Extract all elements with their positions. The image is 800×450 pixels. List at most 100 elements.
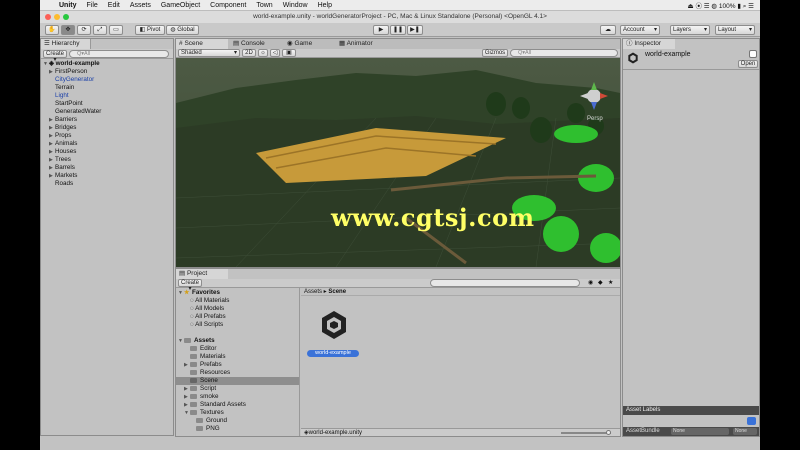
layers-label: Layers (673, 27, 692, 33)
selected-asset-label[interactable]: world-example (307, 350, 359, 357)
menu-window[interactable]: Window (278, 2, 313, 9)
project-search-input[interactable] (430, 279, 580, 287)
asset-folder[interactable]: Editor (190, 345, 216, 353)
tab-inspector[interactable]: ⓘ Inspector (623, 39, 675, 49)
menu-help[interactable]: Help (313, 2, 337, 9)
tab-project[interactable]: ▤ Project (176, 269, 228, 279)
hand-tool-button[interactable]: ✋ (45, 25, 59, 35)
hierarchy-search-input[interactable]: Q▾All (69, 50, 169, 58)
asset-variant-dropdown[interactable]: None (733, 428, 757, 435)
tab-scene[interactable]: # Scene (176, 39, 228, 49)
2d-toggle[interactable]: 2D (242, 49, 256, 57)
rect-tool-button[interactable]: ▭ (109, 25, 123, 35)
asset-folder[interactable]: Ground (196, 417, 227, 425)
scale-tool-button[interactable]: ⤢ (93, 25, 107, 35)
minimize-icon[interactable] (54, 14, 60, 20)
asset-folder[interactable]: Materials (190, 353, 226, 361)
account-dropdown[interactable]: Account ▾ (620, 25, 660, 35)
lighting-toggle[interactable]: ☼ (258, 49, 268, 57)
gizmos-dropdown[interactable]: Gizmos (482, 49, 508, 57)
menu-town[interactable]: Town (251, 2, 277, 9)
unity-scene-asset-icon[interactable] (316, 307, 352, 343)
shading-dropdown[interactable]: Shaded ▾ (178, 49, 240, 57)
hierarchy-item[interactable]: GeneratedWater (55, 108, 101, 116)
favorite-item[interactable]: ◌ All Scripts (190, 321, 223, 329)
audio-toggle[interactable]: ◁ (270, 49, 280, 57)
asset-folder[interactable]: ▶ Standard Assets (184, 401, 246, 409)
hierarchy-item[interactable]: ▶ Barrels (49, 164, 75, 172)
screen: Unity File Edit Assets GameObject Compon… (40, 0, 760, 450)
step-button[interactable]: ▶❚ (407, 25, 423, 35)
menu-assets[interactable]: Assets (125, 2, 156, 9)
system-status-icons: ⏏ ⦿ ☰ ◍ 100% ▮ ⌕ ☰ (687, 3, 754, 10)
hierarchy-item[interactable]: ▶ Trees (49, 156, 71, 164)
cloud-button[interactable]: ☁ (600, 25, 616, 35)
asset-folder[interactable]: ▶ Prefabs (184, 361, 222, 369)
favorites-item[interactable]: ▼★ Favorites (178, 289, 220, 297)
zoom-icon[interactable] (63, 14, 69, 20)
hierarchy-item[interactable]: CityGenerator (55, 76, 94, 84)
hierarchy-item[interactable]: Roads (55, 180, 73, 188)
favorite-item[interactable]: ◌ All Prefabs (190, 313, 226, 321)
asset-folder[interactable]: ▶ smoke (184, 393, 219, 401)
hierarchy-item[interactable]: StartPoint (55, 100, 83, 108)
scene-search-input[interactable]: Q▾All (510, 49, 618, 57)
menu-file[interactable]: File (82, 2, 103, 9)
tab-game[interactable]: ◉ Game (284, 39, 334, 49)
tab-hierarchy[interactable]: ☰ Hierarchy (41, 39, 91, 49)
breadcrumb-assets[interactable]: Assets (304, 289, 322, 295)
hierarchy-create-button[interactable]: Create ▾ (43, 50, 67, 63)
asset-bundle-label: AssetBundle (626, 428, 660, 434)
hierarchy-item[interactable]: ▶ Barriers (49, 116, 77, 124)
effects-dropdown[interactable]: ▣ (282, 49, 296, 57)
menu-component[interactable]: Component (205, 2, 251, 9)
tab-animator[interactable]: ▦ Animator (336, 39, 392, 49)
folder-icon (184, 337, 191, 343)
hierarchy-item[interactable]: ▶ Houses (49, 148, 76, 156)
bundle-value: None (673, 428, 685, 434)
settings-gear-icon[interactable] (749, 50, 757, 58)
asset-folder[interactable]: PNG (196, 425, 220, 433)
icon-size-slider[interactable] (561, 430, 611, 435)
hierarchy-item[interactable]: ▶ Bridges (49, 124, 76, 132)
menu-edit[interactable]: Edit (103, 2, 125, 9)
filter-label-icon[interactable]: ◆ (598, 279, 603, 286)
asset-bundle-dropdown[interactable]: None (671, 428, 729, 435)
hierarchy-item[interactable]: ▶ Markets (49, 172, 77, 180)
scene-viewport[interactable]: Persp (176, 58, 620, 267)
global-toggle[interactable]: ◍ Global (166, 25, 199, 35)
asset-folder-selected[interactable]: Scene (176, 377, 299, 385)
hierarchy-item[interactable]: Light (55, 92, 69, 100)
slider-thumb[interactable] (606, 430, 611, 435)
favorite-star-icon[interactable]: ★ (608, 279, 613, 286)
close-icon[interactable] (45, 14, 51, 20)
pause-button[interactable]: ❚❚ (390, 25, 406, 35)
pivot-toggle[interactable]: ◧ Pivot (135, 25, 165, 35)
filter-type-icon[interactable]: ◉ (588, 279, 593, 286)
assets-root-item[interactable]: ▼ Assets (178, 337, 215, 345)
breadcrumb-scene[interactable]: Scene (328, 289, 346, 295)
asset-folder[interactable]: ▼ Textures (184, 409, 224, 417)
hierarchy-item[interactable]: Terrain (55, 84, 74, 92)
tab-console[interactable]: ▤ Console (230, 39, 282, 49)
menu-unity[interactable]: Unity (54, 2, 82, 9)
rotate-tool-button[interactable]: ⟳ (77, 25, 91, 35)
play-button[interactable]: ▶ (373, 25, 389, 35)
favorite-item[interactable]: ◌ All Materials (190, 297, 229, 305)
open-button[interactable]: Open (738, 60, 758, 68)
hierarchy-item[interactable]: ▶ Animals (49, 140, 77, 148)
scene-root-item[interactable]: ▼◈ world-example (43, 60, 100, 68)
asset-folder[interactable]: Resources (190, 369, 230, 377)
tag-icon[interactable] (747, 417, 756, 425)
hierarchy-item[interactable]: ▶ Props (49, 132, 71, 140)
favorite-item[interactable]: ◌ All Models (190, 305, 224, 313)
asset-folder[interactable]: ▶ Script (184, 385, 216, 393)
layout-dropdown[interactable]: Layout ▾ (715, 25, 755, 35)
layers-dropdown[interactable]: Layers ▾ (670, 25, 710, 35)
hierarchy-item[interactable]: ▶ FirstPerson (49, 68, 87, 76)
persp-label[interactable]: Persp (587, 116, 603, 122)
menu-gameobject[interactable]: GameObject (156, 2, 205, 9)
project-create-button[interactable]: Create ▾ (178, 279, 202, 292)
window-titlebar: world-example.unity - worldGeneratorProj… (40, 11, 760, 23)
move-tool-button[interactable]: ✥ (61, 25, 75, 35)
